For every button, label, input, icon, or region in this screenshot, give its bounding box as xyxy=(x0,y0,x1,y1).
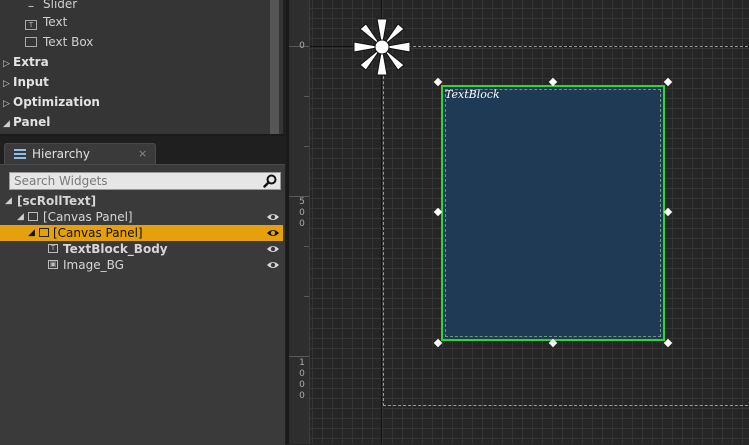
ruler-label-1000-d4: 0 xyxy=(299,391,305,401)
tree-row-label: [Canvas Panel] xyxy=(53,226,143,240)
ruler-minor-tick xyxy=(304,296,309,297)
category-extra[interactable]: ▷ Extra xyxy=(3,52,49,72)
close-icon[interactable]: × xyxy=(138,146,147,162)
palette-scrollbar[interactable] xyxy=(270,0,279,134)
canvas-panel-icon xyxy=(28,212,38,221)
ruler-label-50-d3: 0 xyxy=(299,219,305,229)
palette-item-label: Slider xyxy=(43,0,78,11)
slider-icon: ⎯ xyxy=(28,1,34,12)
anchor-icon[interactable] xyxy=(350,15,414,79)
collapsed-arrow-icon: ▷ xyxy=(3,99,10,109)
ruler-label-1000-d3: 0 xyxy=(299,380,305,390)
tree-row-label: Image_BG xyxy=(63,258,124,272)
vertical-ruler: 0 5 0 0 1 0 0 0 xyxy=(289,0,310,444)
text-icon: T xyxy=(48,244,58,253)
tree-row-root[interactable]: ◢ [scRollText] xyxy=(0,193,283,209)
search-box xyxy=(9,172,281,190)
category-input[interactable]: ▷ Input xyxy=(3,72,49,92)
ruler-minor-tick xyxy=(304,96,309,97)
ruler-label-1000-d2: 0 xyxy=(299,369,305,379)
palette-item-label: Text Box xyxy=(43,35,94,49)
search-icon[interactable] xyxy=(263,174,277,188)
collapsed-arrow-icon: ▷ xyxy=(3,59,10,69)
ruler-label-0: 0 xyxy=(299,41,305,51)
image-icon: ▣ xyxy=(48,260,58,269)
ruler-minor-tick xyxy=(304,146,309,147)
eye-icon[interactable] xyxy=(266,243,280,255)
expanded-arrow-icon: ◢ xyxy=(17,212,24,222)
palette-item-text[interactable]: T Text xyxy=(25,12,67,32)
ruler-label-50-d2: 0 xyxy=(299,208,305,218)
tree-row-label: [scRollText] xyxy=(17,194,97,208)
eye-icon[interactable] xyxy=(266,211,280,223)
expanded-arrow-icon: ◢ xyxy=(28,228,35,238)
ruler-label-1000-d1: 1 xyxy=(299,358,305,368)
canvas-panel-icon xyxy=(39,228,49,237)
tab-label: Hierarchy xyxy=(32,147,91,161)
expanded-arrow-icon: ◢ xyxy=(5,196,12,206)
category-optimization[interactable]: ▷ Optimization xyxy=(3,92,100,112)
tree-row-label: [Canvas Panel] xyxy=(43,210,133,224)
collapsed-arrow-icon: ▷ xyxy=(3,79,10,89)
left-panel: ⎯ Slider T Text Text Box ▷ Extra ▷ Input ▷ Op… xyxy=(0,0,290,445)
ruler-major-tick xyxy=(289,356,309,357)
palette-item-textbox[interactable]: Text Box xyxy=(25,32,93,52)
ruler-label-50-d1: 5 xyxy=(299,197,305,207)
tree-row-canvas-panel[interactable]: ◢ [Canvas Panel] xyxy=(0,209,283,225)
tree-row-canvas-panel-selected[interactable]: ◢ [Canvas Panel] xyxy=(0,225,283,241)
category-label: Input xyxy=(13,75,49,89)
ruler-minor-tick xyxy=(304,246,309,247)
expanded-arrow-icon: ◢ xyxy=(3,119,10,129)
tab-hierarchy[interactable]: Hierarchy × xyxy=(4,143,156,164)
palette-item-label: Text xyxy=(43,15,68,29)
widget-inner-bounds xyxy=(445,89,661,337)
category-panel[interactable]: ◢ Panel xyxy=(3,112,50,132)
textbox-icon xyxy=(25,37,37,47)
search-input[interactable] xyxy=(10,173,263,189)
category-label: Extra xyxy=(13,55,49,69)
designer-canvas[interactable]: 0 5 0 0 1 0 0 0 TextBlock xyxy=(289,0,749,444)
hierarchy-icon xyxy=(14,149,26,159)
eye-icon[interactable] xyxy=(266,259,280,271)
text-icon: T xyxy=(25,20,37,30)
textblock-widget[interactable]: TextBlock xyxy=(441,85,665,341)
category-label: Optimization xyxy=(13,95,100,109)
tree-row-image[interactable]: ▣ Image_BG xyxy=(0,257,283,273)
palette-panel: ⎯ Slider T Text Text Box ▷ Extra ▷ Input ▷ Op… xyxy=(0,0,285,136)
eye-icon[interactable] xyxy=(266,227,280,239)
palette-scrollbar-thumb[interactable] xyxy=(270,0,279,134)
category-label: Panel xyxy=(13,115,51,129)
textblock-preview-text: TextBlock xyxy=(445,88,500,101)
tree-row-label: TextBlock_Body xyxy=(63,242,168,256)
tree-row-textblock[interactable]: T TextBlock_Body xyxy=(0,241,283,257)
